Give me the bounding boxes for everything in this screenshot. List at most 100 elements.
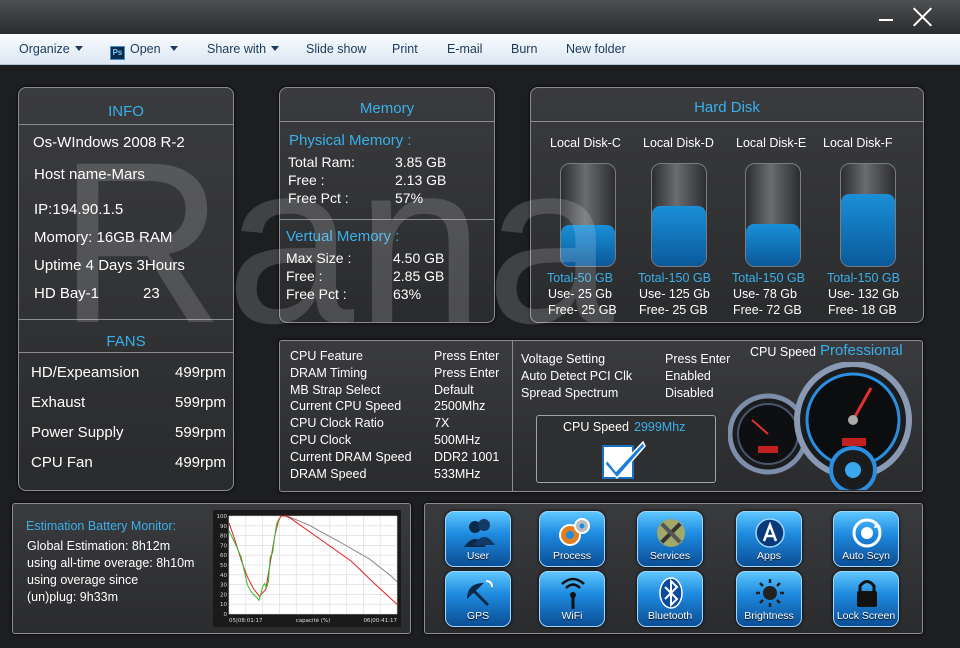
app-tile-label: Bluetooth	[647, 610, 693, 622]
disk-use: Use- 125 Gb	[639, 287, 710, 301]
memory-value: 2.13 GB	[395, 172, 447, 188]
tools-icon	[657, 519, 685, 547]
chart-y-tick: 100	[217, 514, 228, 520]
fan-label: Power Supply	[31, 424, 124, 441]
bios-value[interactable]: 7X	[434, 416, 449, 430]
speedometer-gauge-icon	[728, 362, 912, 490]
bios-value[interactable]: Default	[434, 383, 474, 397]
disk-free: Free- 18 GB	[828, 303, 897, 317]
battery-line: Global Estimation: 8h12m	[27, 539, 171, 553]
app-tile-lock-screen[interactable]: Lock Screen	[833, 571, 899, 627]
chevron-down-icon	[169, 46, 178, 51]
disk-usage-gauge	[560, 163, 616, 267]
disk-free: Free- 72 GB	[733, 303, 802, 317]
bios-label: DRAM Timing	[290, 366, 368, 380]
bios-label: MB Strap Select	[290, 383, 381, 397]
app-tile-label: Apps	[757, 550, 781, 562]
fan-value: 599rpm	[175, 424, 226, 441]
disk-total: Total-150 GB	[732, 271, 805, 285]
fan-value: 499rpm	[175, 454, 226, 471]
bios-label: DRAM Speed	[290, 467, 367, 481]
chart-y-tick: 50	[220, 563, 227, 569]
app-tile-label: Auto Scyn	[842, 550, 890, 562]
brightness-icon	[756, 579, 784, 607]
chevron-down-icon	[271, 46, 280, 51]
fan-label: Exhaust	[31, 394, 86, 411]
app-tile-auto-scyn[interactable]: Auto Scyn	[833, 511, 899, 567]
bios-value[interactable]: Press Enter	[434, 349, 499, 363]
fan-value: 599rpm	[175, 394, 226, 411]
disk-usage-gauge	[745, 163, 801, 267]
chart-y-tick: 30	[220, 583, 227, 589]
memory-panel: Memory Physical Memory : Total Ram: 3.85…	[279, 87, 495, 323]
bios-value[interactable]: 500MHz	[434, 433, 481, 447]
fan-value: 499rpm	[175, 364, 226, 381]
bios-value[interactable]: 533MHz	[434, 467, 481, 481]
disk-total: Total-150 GB	[638, 271, 711, 285]
app-tile-label: Services	[649, 550, 691, 562]
bios-label: CPU Clock Ratio	[290, 416, 384, 430]
open-menu[interactable]: Ps Open	[110, 42, 178, 60]
app-tile-bluetooth[interactable]: Bluetooth	[637, 571, 703, 627]
cpu-speed-box: CPU Speed 2999Mhz	[536, 415, 716, 483]
sync-icon	[852, 518, 882, 548]
fan-label: HD/Expeamsion	[31, 364, 140, 381]
hd-bay-label: HD Bay-1	[34, 285, 100, 302]
memory-value: 3.85 GB	[395, 154, 447, 170]
chart-y-tick: 70	[220, 543, 227, 549]
minimize-icon[interactable]	[873, 6, 897, 28]
hd-bay-value: 23	[143, 285, 160, 302]
share-with-label: Share with	[207, 42, 267, 56]
app-tile-gps[interactable]: GPS	[445, 571, 511, 627]
disk-name: Local Disk-C	[550, 136, 621, 150]
bios-value[interactable]: Disabled	[665, 386, 714, 400]
app-tile-label: User	[466, 550, 490, 562]
chart-y-tick: 40	[220, 573, 227, 579]
app-tile-process[interactable]: Process	[539, 511, 605, 567]
info-title: INFO	[108, 103, 144, 120]
disk-total: Total-150 GB	[827, 271, 900, 285]
print-button[interactable]: Print	[392, 42, 418, 56]
disk-usage-gauge	[840, 163, 896, 267]
app-tile-wifi[interactable]: WiFi	[539, 571, 605, 627]
chevron-down-icon	[74, 46, 83, 51]
memory-title: Memory	[359, 100, 415, 117]
memory-label: Free :	[288, 172, 325, 188]
bios-value[interactable]: Press Enter	[665, 352, 730, 366]
bios-value[interactable]: Enabled	[665, 369, 711, 383]
battery-line: (un)plug: 9h33m	[27, 590, 119, 604]
app-tile-brightness[interactable]: Brightness	[736, 571, 802, 627]
app-tile-label: Lock Screen	[836, 610, 896, 622]
organize-label: Organize	[19, 42, 70, 56]
hard-disk-title: Hard Disk	[694, 99, 760, 116]
bluetooth-icon	[659, 577, 683, 609]
organize-menu[interactable]: Organize	[19, 42, 83, 56]
app-tile-label: GPS	[466, 610, 490, 622]
share-with-menu[interactable]: Share with	[207, 42, 280, 56]
memory-value: 57%	[395, 190, 424, 206]
bios-label: Current CPU Speed	[290, 399, 402, 413]
app-tile-user[interactable]: User	[445, 511, 511, 567]
close-icon[interactable]	[910, 6, 934, 28]
memory-label: Free :	[286, 268, 323, 284]
bios-label: Voltage Setting	[521, 352, 606, 366]
app-tile-services[interactable]: Services	[637, 511, 703, 567]
app-tile-apps[interactable]: Apps	[736, 511, 802, 567]
cpu-speed-value: 2999Mhz	[634, 420, 686, 434]
new-folder-button[interactable]: New folder	[566, 42, 626, 56]
disk-use: Use- 25 Gb	[548, 287, 612, 301]
memory-text: Momory: 16GB RAM	[34, 229, 173, 246]
disk-usage-fill	[652, 206, 706, 266]
users-icon	[464, 519, 495, 547]
disk-name: Local Disk-F	[823, 136, 893, 150]
photoshop-icon: Ps	[110, 46, 125, 60]
slide-show-button[interactable]: Slide show	[306, 42, 366, 56]
battery-chart: 100908070605040302010005|08:01:17 capacit…	[213, 510, 401, 627]
app-store-icon	[755, 518, 785, 548]
os-text: Os-WIndows 2008 R-2	[33, 134, 185, 151]
chart-y-tick: 90	[220, 524, 227, 530]
memory-value: 2.85 GB	[393, 268, 445, 284]
burn-button[interactable]: Burn	[511, 42, 537, 56]
bios-value[interactable]: Press Enter	[434, 366, 499, 380]
email-button[interactable]: E-mail	[447, 42, 482, 56]
